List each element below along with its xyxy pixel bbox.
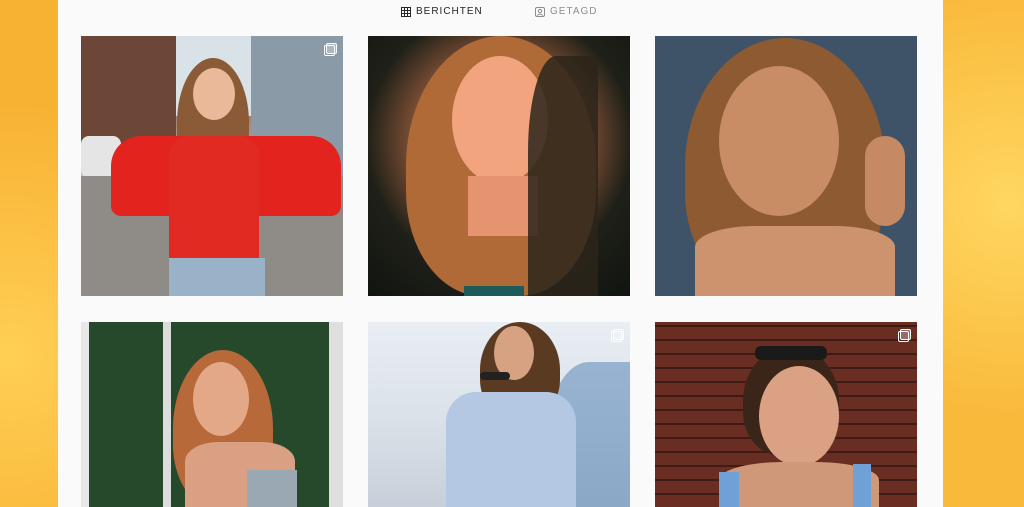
multiple-photos-icon	[611, 329, 624, 342]
profile-tabs: BERICHTEN GETAGD	[58, 0, 943, 26]
tab-posts-label: BERICHTEN	[416, 6, 483, 17]
post-photo	[655, 36, 917, 296]
multiple-photos-icon	[324, 43, 337, 56]
multiple-photos-icon	[898, 329, 911, 342]
post-thumbnail-3[interactable]	[655, 36, 917, 296]
background-right	[943, 0, 1024, 507]
post-thumbnail-1[interactable]	[81, 36, 343, 296]
post-thumbnail-5[interactable]	[368, 322, 630, 507]
post-photo	[368, 322, 630, 507]
post-photo	[655, 322, 917, 507]
grid-icon	[401, 6, 411, 17]
post-photo	[368, 36, 630, 296]
tagged-icon	[535, 6, 545, 17]
tab-posts[interactable]: BERICHTEN	[401, 6, 483, 17]
background-left	[0, 0, 58, 507]
tab-tagged-label: GETAGD	[550, 6, 598, 17]
post-thumbnail-4[interactable]	[81, 322, 343, 507]
post-thumbnail-6[interactable]	[655, 322, 917, 507]
post-thumbnail-2[interactable]	[368, 36, 630, 296]
post-photo	[81, 322, 343, 507]
tab-tagged[interactable]: GETAGD	[535, 6, 597, 17]
profile-grid-panel: BERICHTEN GETAGD	[58, 0, 943, 507]
post-photo	[81, 36, 343, 296]
